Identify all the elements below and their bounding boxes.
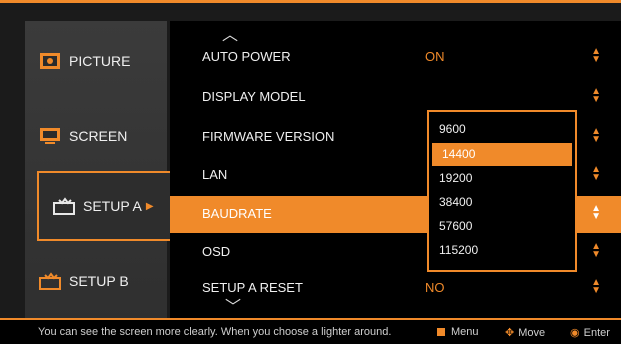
tab-screen[interactable]: SCREEN [25,101,167,171]
menu-label: Menu [451,326,479,338]
baudrate-dropdown[interactable]: 9600 14400 19200 38400 57600 115200 [427,110,577,272]
row-value: NO [425,280,445,295]
dropdown-option-selected[interactable]: 14400 [432,143,572,166]
row-label: LAN [202,167,228,182]
up-down-icon: ▲ ▼ [591,126,601,145]
picture-icon [39,52,61,70]
move-button[interactable]: ✥ Move [505,326,546,340]
dropdown-option[interactable]: 19200 [429,167,575,190]
up-down-icon: ▲ ▼ [591,86,601,105]
tab-label: PICTURE [69,53,131,69]
row-value: ON [425,49,445,64]
row-label: OSD [202,244,231,259]
tab-picture[interactable]: PICTURE [25,26,167,96]
setup-a-icon [53,197,75,215]
tab-setup-b[interactable]: SETUP B [25,246,167,316]
osd-frame: PICTURE SCREEN SETUP A ▶ SETUP B ︿ AUTO … [0,0,621,344]
menu-button[interactable]: Menu [437,326,479,338]
tab-label: SCREEN [69,128,128,144]
menu-key-icon [437,328,445,336]
up-down-icon: ▲ ▼ [591,164,601,183]
up-down-icon: ▲ ▼ [591,46,601,65]
tab-label: SETUP B [69,273,129,289]
setup-b-icon [39,272,61,290]
screen-icon [39,127,61,145]
move-arrows-icon: ✥ [505,327,515,339]
status-hint: You can see the screen more clearly. Whe… [38,326,392,338]
row-label: DISPLAY MODEL [202,89,306,104]
dropdown-option[interactable]: 115200 [429,239,575,262]
enter-icon: ◉ [570,327,580,339]
tab-setup-a[interactable]: SETUP A ▶ [37,171,181,241]
dropdown-option[interactable]: 57600 [429,215,575,238]
up-down-icon: ▲ ▼ [591,203,601,222]
status-bar: You can see the screen more clearly. Whe… [0,318,621,344]
up-down-icon: ▲ ▼ [591,241,601,260]
dropdown-option[interactable]: 38400 [429,191,575,214]
dropdown-option[interactable]: 9600 [429,118,575,141]
menu-row-auto-power[interactable]: AUTO POWER ON ▲ ▼ [170,39,621,76]
enter-label: Enter [583,326,610,339]
osd-screen: PICTURE SCREEN SETUP A ▶ SETUP B ︿ AUTO … [0,0,621,321]
up-down-icon: ▲ ▼ [591,277,601,296]
chevron-down-icon[interactable]: ﹀ [225,293,241,317]
enter-button[interactable]: ◉ Enter [570,326,610,340]
row-label: AUTO POWER [202,49,291,64]
row-label: BAUDRATE [202,206,272,221]
sidebar: PICTURE SCREEN SETUP A ▶ SETUP B [25,21,181,321]
move-label: Move [518,326,546,339]
chevron-right-icon: ▶ [145,200,154,212]
row-label: FIRMWARE VERSION [202,129,335,144]
tab-label: SETUP A [83,198,142,214]
row-label: SETUP A RESET [202,280,303,295]
